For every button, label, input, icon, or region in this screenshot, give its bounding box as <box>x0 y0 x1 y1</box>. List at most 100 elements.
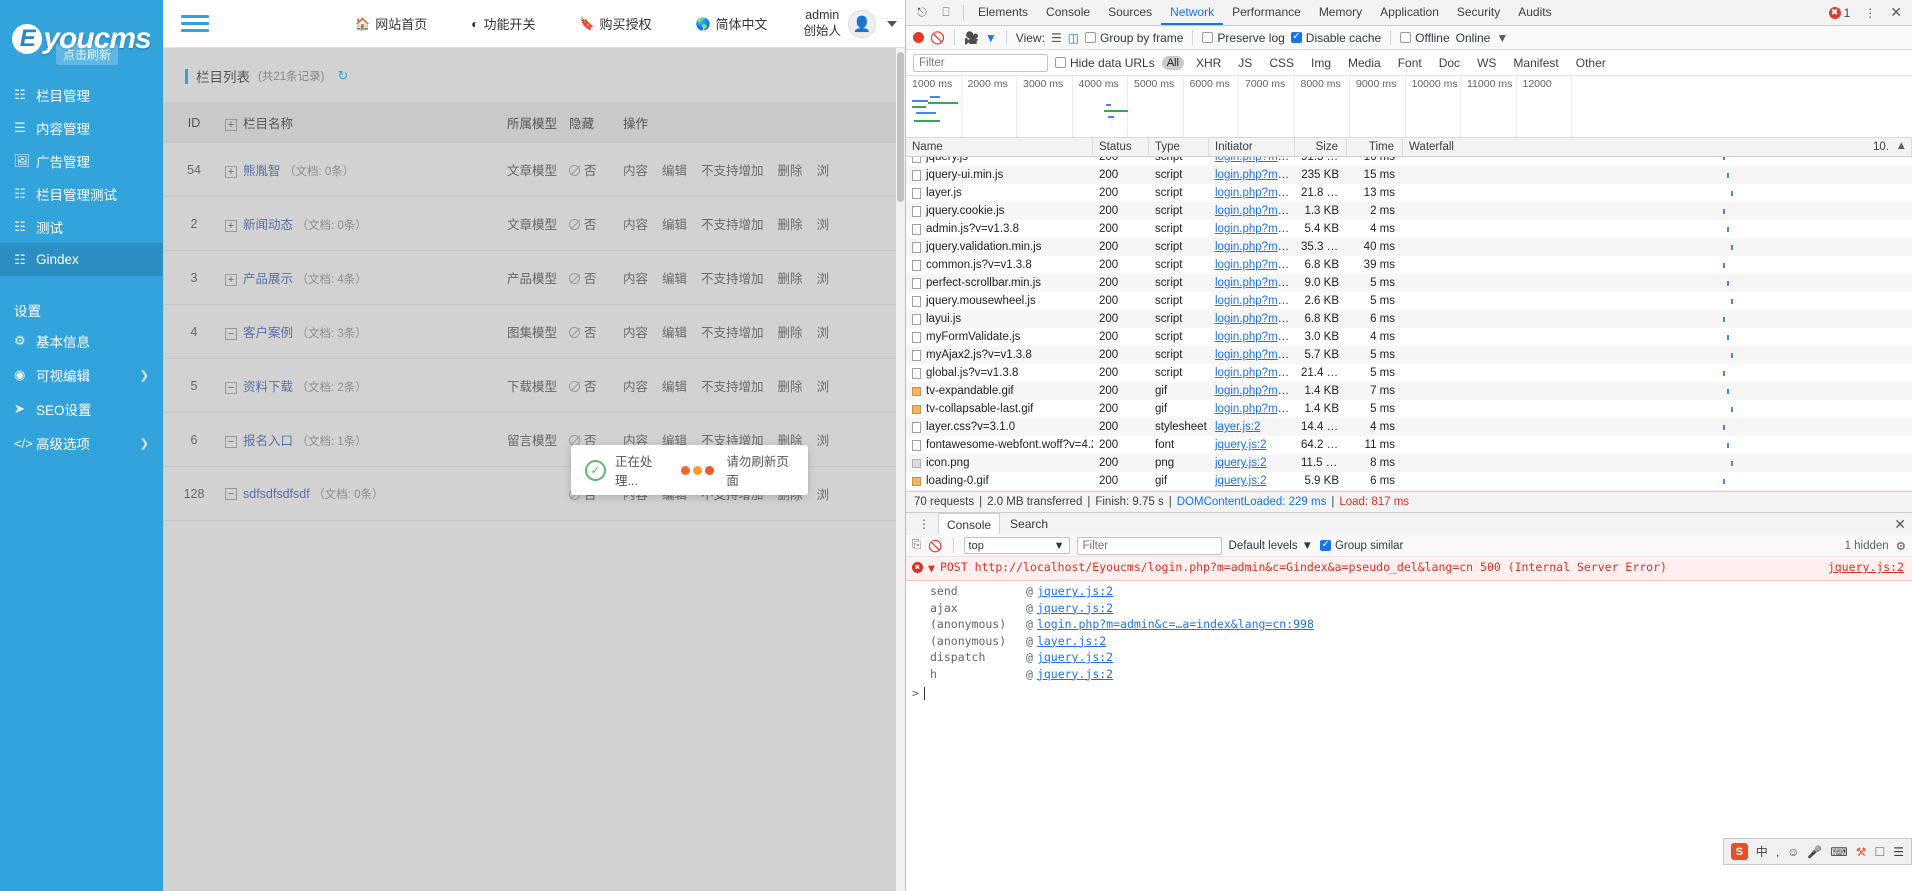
request-name[interactable]: loading-0.gif <box>906 472 1093 490</box>
column-name-link[interactable]: sdfsdfsdfsdf <box>243 487 310 501</box>
column-name-link[interactable]: 资料下载 <box>243 380 293 394</box>
console-sidebar-icon[interactable]: ⎘ <box>912 539 921 552</box>
request-initiator[interactable]: login.php?m=ad... <box>1209 274 1295 292</box>
sidebar-item-column-manage-test[interactable]: ☷ 栏目管理测试 <box>0 177 163 210</box>
chevron-down-icon[interactable] <box>887 20 897 27</box>
tab-console[interactable]: Console <box>1037 0 1099 25</box>
op-more[interactable]: 浏 <box>817 218 830 232</box>
column-name-link[interactable]: 新闻动态 <box>243 218 293 232</box>
request-name[interactable]: layer.css?v=3.1.0 <box>906 418 1093 436</box>
stack-link[interactable]: jquery.js:2 <box>1037 583 1113 600</box>
record-button[interactable] <box>913 32 924 43</box>
ime-toolbar[interactable]: S 中 , ☺ 🎤 ⌨ ⚒ ☐ ☰ <box>1722 838 1912 865</box>
op-content[interactable]: 内容 <box>623 272 648 286</box>
network-request-row[interactable]: tv-expandable.gif 200 gif login.php?m=ad...… <box>906 382 1912 400</box>
column-name-link[interactable]: 熊胤智 <box>243 164 281 178</box>
menu-toggle-icon[interactable] <box>181 15 209 32</box>
network-request-row[interactable]: myFormValidate.js 200 script login.php?m=ad… <box>906 328 1912 346</box>
sidebar-item-gindex[interactable]: ☷ Gindex <box>0 243 163 276</box>
sidebar-item-advanced[interactable]: </> 高级选项 ❯ <box>0 426 163 460</box>
op-delete[interactable]: 删除 <box>778 218 803 232</box>
tab-memory[interactable]: Memory <box>1310 0 1371 25</box>
request-initiator[interactable]: login.php?m=ad... <box>1209 400 1295 418</box>
op-more[interactable]: 浏 <box>817 272 830 286</box>
request-name[interactable]: icon.png <box>906 454 1093 472</box>
drawer-close-icon[interactable]: ✕ <box>1894 516 1906 533</box>
network-request-row[interactable]: icon.png 200 png jquery.js:2 11.5 KB 8 ms <box>906 454 1912 472</box>
op-edit[interactable]: 编辑 <box>662 164 687 178</box>
request-name[interactable]: fontawesome-webfont.woff?v=4.2.0 <box>906 436 1093 454</box>
table-row[interactable]: 5− 资料下载 （文档: 2条） 下载模型否内容 编辑 不支持增加 删除浏 <box>163 358 905 413</box>
filter-type-doc[interactable]: Doc <box>1434 55 1465 71</box>
drawer-menu-icon[interactable]: ⋮ <box>912 513 936 535</box>
network-request-row[interactable]: common.js?v=v1.3.8 200 script login.php?m=a… <box>906 256 1912 274</box>
filter-type-ws[interactable]: WS <box>1472 55 1501 71</box>
drawer-tab-search[interactable]: Search <box>1002 513 1056 535</box>
logo[interactable]: Eyoucms 点击刷新 <box>0 0 163 78</box>
request-name[interactable]: global.js?v=v1.3.8 <box>906 364 1093 382</box>
expand-toggle-icon[interactable]: − <box>225 381 237 394</box>
preserve-log-checkbox[interactable]: Preserve log <box>1202 31 1285 45</box>
content-scrollbar[interactable] <box>896 48 905 891</box>
list-view-icon[interactable]: ☰ <box>1051 31 1062 45</box>
op-edit[interactable]: 编辑 <box>662 326 687 340</box>
network-request-row[interactable]: fontawesome-webfont.woff?v=4.2.0 200 font j… <box>906 436 1912 454</box>
op-delete[interactable]: 删除 <box>778 272 803 286</box>
cell-hidden[interactable]: 否 <box>569 196 623 251</box>
console-levels-dropdown[interactable]: Default levels ▼ <box>1229 540 1313 552</box>
network-request-row[interactable]: jquery.mousewheel.js 200 script login.php?m… <box>906 292 1912 310</box>
request-initiator[interactable]: login.php?m=ad... <box>1209 256 1295 274</box>
stack-link[interactable]: jquery.js:2 <box>1037 666 1113 683</box>
request-initiator[interactable]: login.php?m=ad... <box>1209 238 1295 256</box>
op-delete[interactable]: 删除 <box>778 380 803 394</box>
request-name[interactable]: jquery.js <box>906 157 1093 166</box>
filter-icon[interactable]: ▼ <box>985 31 997 45</box>
col-header-size[interactable]: Size <box>1295 137 1347 157</box>
expand-all-icon[interactable]: + <box>225 118 237 131</box>
op-content[interactable]: 内容 <box>623 218 648 232</box>
network-request-row[interactable]: myAjax2.js?v=v1.3.8 200 script login.php?m=… <box>906 346 1912 364</box>
request-name[interactable]: jquery.cookie.js <box>906 202 1093 220</box>
hide-data-urls-checkbox[interactable]: Hide data URLs <box>1055 56 1155 70</box>
network-request-row[interactable]: admin.js?v=v1.3.8 200 script login.php?m=ad… <box>906 220 1912 238</box>
filter-type-other[interactable]: Other <box>1571 55 1611 71</box>
network-request-row[interactable]: global.js?v=v1.3.8 200 script login.php?m=a… <box>906 364 1912 382</box>
stack-link[interactable]: layer.js:2 <box>1037 633 1106 650</box>
tab-application[interactable]: Application <box>1371 0 1448 25</box>
network-request-row[interactable]: layer.css?v=3.1.0 200 stylesheet layer.js:2… <box>906 418 1912 436</box>
request-initiator[interactable]: login.php?m=ad... <box>1209 310 1295 328</box>
request-name[interactable]: perfect-scrollbar.min.js <box>906 274 1093 292</box>
filter-type-font[interactable]: Font <box>1393 55 1427 71</box>
topnav-home[interactable]: 🏠 网站首页 <box>333 14 449 33</box>
expand-toggle-icon[interactable]: + <box>225 219 237 232</box>
ime-lang-icon[interactable]: 中 <box>1756 843 1768 860</box>
request-initiator[interactable]: login.php?m=ad... <box>1209 364 1295 382</box>
filter-type-all[interactable]: All <box>1161 55 1184 70</box>
table-row[interactable]: 2 + 新闻动态 （文档: 0条） 文章模型否内容 编辑 不支持增加 删除浏 <box>163 196 905 251</box>
request-name[interactable]: tv-expandable.gif <box>906 382 1093 400</box>
table-row[interactable]: 4− 客户案例 （文档: 3条） 图集模型否内容 编辑 不支持增加 删除浏 <box>163 304 905 359</box>
col-header-time[interactable]: Time <box>1347 137 1403 157</box>
request-initiator[interactable]: login.php?m=ad... <box>1209 328 1295 346</box>
cell-hidden[interactable]: 否 <box>569 250 623 305</box>
expand-triangle-icon[interactable]: ▼ <box>928 561 935 575</box>
sort-arrow-icon[interactable]: ▲ <box>1896 138 1907 156</box>
sidebar-item-test[interactable]: ☷ 测试 <box>0 210 163 243</box>
expand-toggle-icon[interactable]: + <box>225 273 237 286</box>
col-header-name[interactable]: Name <box>906 137 1093 157</box>
waterfall-view-icon[interactable]: ◫ <box>1068 31 1079 45</box>
request-name[interactable]: login.php?m=admin&c=Gindex&a=... <box>906 490 1093 491</box>
request-initiator[interactable]: jquery.js:2 <box>1209 454 1295 472</box>
sidebar-item-seo[interactable]: ➤ SEO设置 <box>0 392 163 426</box>
network-overview-timeline[interactable]: 1000 ms 2000 ms 3000 ms 4000 ms 5000 ms 6000 … <box>906 76 1912 138</box>
device-toolbar-icon[interactable]: ⎕ <box>934 2 958 24</box>
clear-icon[interactable]: 🚫 <box>930 31 945 45</box>
filter-type-js[interactable]: JS <box>1233 55 1257 71</box>
op-delete[interactable]: 删除 <box>778 164 803 178</box>
network-request-row[interactable]: tv-collapsable-last.gif 200 gif login.php?m… <box>906 400 1912 418</box>
op-more[interactable]: 浏 <box>817 326 830 340</box>
request-url[interactable]: http://localhost/Eyoucms/login.php?m=adm… <box>975 560 1474 574</box>
console-error-message[interactable]: ✖ ▼ POST http://localhost/Eyoucms/login.… <box>906 557 1912 581</box>
network-request-row[interactable]: login.php?m=admin&c=Gindex&a=...500xhrjq… <box>906 490 1912 491</box>
throttling-dropdown-icon[interactable]: ▼ <box>1496 31 1508 45</box>
